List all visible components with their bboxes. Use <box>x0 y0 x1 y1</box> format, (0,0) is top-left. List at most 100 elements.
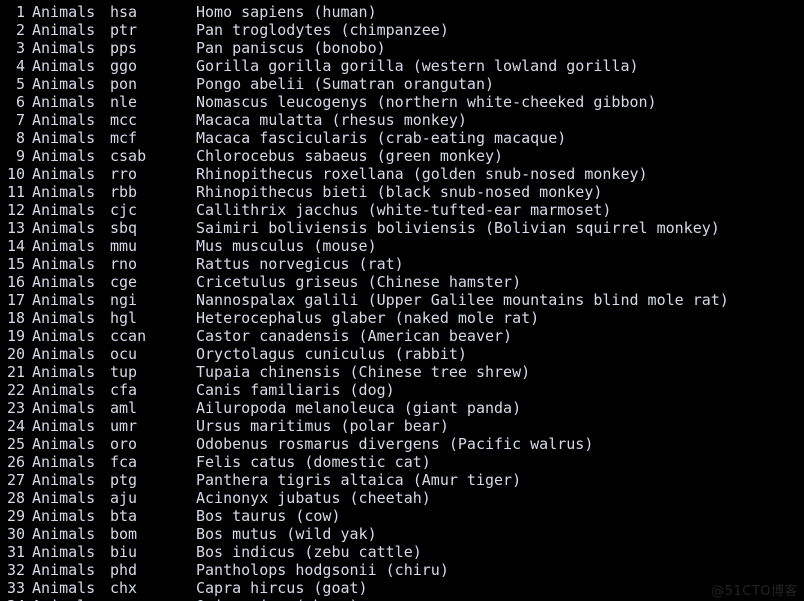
row-organism-code: bom <box>110 525 138 543</box>
row-organism-code: aml <box>110 399 138 417</box>
row-group: Animals <box>32 345 96 363</box>
table-row: 34AnimalsoasOvis aries (sheep) <box>0 597 804 601</box>
row-group: Animals <box>32 435 96 453</box>
row-group: Animals <box>32 93 96 111</box>
table-row: 25 Animals oro Odobenus rosmarus divergens … <box>0 435 804 453</box>
row-group: Animals <box>32 561 96 579</box>
watermark-label: @51CTO博客 <box>711 584 798 599</box>
row-index: 5 <box>15 75 25 93</box>
row-group: Animals <box>32 309 96 327</box>
row-species-name: Pan paniscus (bonobo) <box>196 39 386 57</box>
row-index: 14 <box>6 237 25 255</box>
table-row: 33 Animals chx Capra hircus (goat) <box>0 579 804 597</box>
table-row: 18 Animals hgl Heterocephalus glaber (naked… <box>0 309 804 327</box>
table-row: 31 Animals biu Bos indicus (zebu cattle) <box>0 543 804 561</box>
row-group: Animals <box>32 327 96 345</box>
row-organism-code: ptr <box>110 21 138 39</box>
row-index: 29 <box>6 507 25 525</box>
row-group: Animals <box>32 75 96 93</box>
table-row: 6 Animals nle Nomascus leucogenys (northern… <box>0 93 804 111</box>
row-species-name: Mus musculus (mouse) <box>196 237 377 255</box>
row-organism-code: mmu <box>110 237 138 255</box>
row-organism-code: rbb <box>110 183 138 201</box>
row-group: Animals <box>32 507 96 525</box>
table-row: 26 Animals fca Felis catus (domestic cat) <box>0 453 804 471</box>
row-organism-code: csab <box>110 147 147 165</box>
table-row: 4 Animals ggo Gorilla gorilla gorilla (west… <box>0 57 804 75</box>
row-group: Animals <box>32 417 96 435</box>
row-group: Animals <box>32 255 96 273</box>
row-organism-code: fca <box>110 453 138 471</box>
row-index: 33 <box>6 579 25 597</box>
row-index: 20 <box>6 345 25 363</box>
row-index: 23 <box>6 399 25 417</box>
table-row: 13 Animals sbq Saimiri boliviensis bolivien… <box>0 219 804 237</box>
terminal-output-pane[interactable]: 1 Animals hsa Homo sapiens (human) 2 Animals p… <box>0 0 804 601</box>
row-organism-code: oro <box>110 435 138 453</box>
row-species-name: Bos taurus (cow) <box>196 507 341 525</box>
row-species-name: Nomascus leucogenys (northern white-chee… <box>196 93 657 111</box>
row-group: Animals <box>32 525 96 543</box>
row-group: Animals <box>32 201 96 219</box>
row-index: 6 <box>15 93 25 111</box>
row-organism-code: ptg <box>110 471 138 489</box>
row-organism-code: phd <box>110 561 138 579</box>
row-species-name: Macaca fascicularis (crab-eating macaque… <box>196 129 567 147</box>
row-organism-code: cfa <box>110 381 138 399</box>
species-list: 1 Animals hsa Homo sapiens (human) 2 Animals p… <box>0 3 804 601</box>
row-organism-code: hgl <box>110 309 138 327</box>
row-index: 18 <box>6 309 25 327</box>
table-row: 12 Animals cjc Callithrix jacchus (white-tu… <box>0 201 804 219</box>
row-species-name: Oryctolagus cuniculus (rabbit) <box>196 345 467 363</box>
row-index: 34 <box>0 597 25 601</box>
row-species-name: Felis catus (domestic cat) <box>196 453 431 471</box>
row-group: Animals <box>32 129 96 147</box>
row-organism-code: pon <box>110 75 138 93</box>
row-organism-code: ccan <box>110 327 147 345</box>
row-index: 24 <box>6 417 25 435</box>
row-index: 27 <box>6 471 25 489</box>
row-organism-code: aju <box>110 489 138 507</box>
table-row: 14 Animals mmu Mus musculus (mouse) <box>0 237 804 255</box>
row-index: 31 <box>6 543 25 561</box>
row-species-name: Panthera tigris altaica (Amur tiger) <box>196 471 522 489</box>
row-species-name: Homo sapiens (human) <box>196 3 377 21</box>
row-index: 2 <box>15 21 25 39</box>
table-row: 10 Animals rro Rhinopithecus roxellana (gol… <box>0 165 804 183</box>
row-species-name: Bos indicus (zebu cattle) <box>196 543 422 561</box>
row-index: 12 <box>6 201 25 219</box>
row-group: Animals <box>32 57 96 75</box>
row-organism-code: sbq <box>110 219 138 237</box>
row-group: Animals <box>32 363 96 381</box>
row-species-name: Nannospalax galili (Upper Galilee mounta… <box>196 291 729 309</box>
row-species-name: Canis familiaris (dog) <box>196 381 395 399</box>
row-species-name: Rhinopithecus bieti (black snub-nosed mo… <box>196 183 603 201</box>
row-index: 11 <box>6 183 25 201</box>
row-index: 32 <box>6 561 25 579</box>
row-organism-code: umr <box>110 417 138 435</box>
row-species-name: Rattus norvegicus (rat) <box>196 255 404 273</box>
row-species-name: Pantholops hodgsonii (chiru) <box>196 561 449 579</box>
table-row: 9 Animals csab Chlorocebus sabaeus (green m… <box>0 147 804 165</box>
row-group: Animals <box>32 453 96 471</box>
row-species-name: Gorilla gorilla gorilla (western lowland… <box>196 57 639 75</box>
row-index: 10 <box>6 165 25 183</box>
table-row: 20 Animals ocu Oryctolagus cuniculus (rabbi… <box>0 345 804 363</box>
row-species-name: Saimiri boliviensis boliviensis (Bolivia… <box>196 219 720 237</box>
table-row: 21 Animals tup Tupaia chinensis (Chinese tr… <box>0 363 804 381</box>
row-species-name: Chlorocebus sabaeus (green monkey) <box>196 147 504 165</box>
row-index: 26 <box>6 453 25 471</box>
table-row: 2 Animals ptr Pan troglodytes (chimpanzee) <box>0 21 804 39</box>
table-row: 11 Animals rbb Rhinopithecus bieti (black s… <box>0 183 804 201</box>
table-row: 24 Animals umr Ursus maritimus (polar bear) <box>0 417 804 435</box>
row-group: Animals <box>32 3 96 21</box>
row-group: Animals <box>32 39 96 57</box>
row-species-name: Pongo abelii (Sumatran orangutan) <box>196 75 495 93</box>
table-row: 19 Animals ccan Castor canadensis (American… <box>0 327 804 345</box>
row-index: 25 <box>6 435 25 453</box>
row-index: 1 <box>15 3 25 21</box>
row-organism-code: oas <box>110 597 196 601</box>
row-group: Animals <box>32 291 96 309</box>
row-group: Animals <box>32 219 96 237</box>
row-species-name: Cricetulus griseus (Chinese hamster) <box>196 273 522 291</box>
